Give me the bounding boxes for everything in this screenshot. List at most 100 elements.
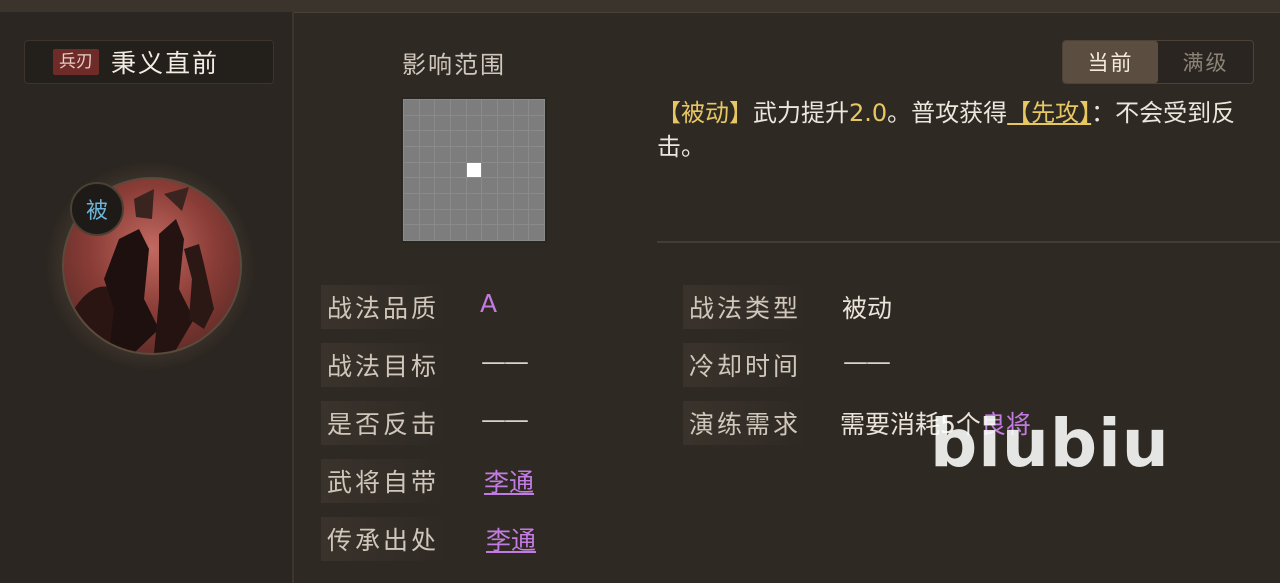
range-cell [513, 131, 529, 146]
range-cell [498, 147, 513, 162]
range-cell [435, 209, 450, 225]
range-cell [435, 100, 450, 115]
range-cell [435, 178, 450, 193]
inherit-general-link[interactable]: 李通 [486, 521, 536, 557]
range-cell [482, 147, 497, 162]
range-cell [498, 178, 513, 193]
range-cell [404, 225, 419, 240]
range-cell [482, 131, 497, 146]
range-cell [529, 100, 544, 115]
range-cell [466, 209, 482, 225]
range-cell [419, 209, 435, 225]
quality-value: A [480, 289, 498, 318]
range-cell [529, 162, 544, 178]
range-cell [435, 131, 450, 146]
inherit-label: 传承出处 [321, 517, 446, 561]
range-cell [451, 100, 466, 115]
cooldown-value: —— [843, 347, 891, 376]
range-cell [451, 209, 466, 225]
range-origin-cell [466, 162, 482, 178]
range-cell [513, 147, 529, 162]
range-cell [466, 225, 482, 240]
range-cell [498, 162, 513, 178]
passive-badge: 被 [70, 182, 124, 236]
range-cell [451, 225, 466, 240]
watermark: biubiu [930, 405, 1170, 482]
range-cell [435, 147, 450, 162]
range-cell [513, 225, 529, 240]
range-cell [482, 178, 497, 193]
range-cell [498, 115, 513, 131]
range-cell [513, 162, 529, 178]
desc-value: 2.0 [849, 99, 888, 127]
range-cell [529, 178, 544, 193]
range-cell [466, 131, 482, 146]
range-cell [482, 194, 497, 209]
skill-name: 秉义直前 [111, 49, 220, 78]
range-cell [529, 115, 544, 131]
skill-type-tag: 兵刃 [53, 49, 99, 75]
range-cell [529, 131, 544, 146]
range-cell [482, 115, 497, 131]
target-value: —— [481, 347, 529, 376]
range-cell [466, 194, 482, 209]
range-cell [466, 147, 482, 162]
level-tabs: 当前 满级 [1062, 40, 1254, 84]
counter-value: —— [481, 405, 529, 434]
range-cell [529, 194, 544, 209]
range-cell [404, 162, 419, 178]
range-cell [451, 178, 466, 193]
range-cell [513, 115, 529, 131]
skill-title-plate: 兵刃 秉义直前 [24, 40, 274, 84]
range-cell [451, 147, 466, 162]
skill-type-value: 被动 [842, 294, 893, 323]
range-cell [435, 162, 450, 178]
range-cell [482, 162, 497, 178]
range-cell [419, 225, 435, 240]
passive-tag: 【被动】 [657, 99, 753, 127]
range-cell [498, 209, 513, 225]
range-cell [419, 147, 435, 162]
range-cell [529, 225, 544, 240]
tab-current[interactable]: 当前 [1063, 41, 1158, 83]
range-cell [435, 115, 450, 131]
range-cell [451, 162, 466, 178]
range-cell [513, 209, 529, 225]
range-grid [401, 97, 547, 243]
skill-type-label: 战法类型 [683, 285, 808, 329]
range-cell [466, 115, 482, 131]
range-cell [466, 178, 482, 193]
tab-max-level[interactable]: 满级 [1158, 41, 1253, 83]
skill-description: 【被动】武力提升2.0。普攻获得【先攻】：不会受到反击。 [657, 96, 1277, 164]
range-cell [404, 115, 419, 131]
range-cell [482, 209, 497, 225]
range-cell [498, 131, 513, 146]
range-cell [404, 147, 419, 162]
range-cell [482, 225, 497, 240]
innate-label: 武将自带 [321, 459, 446, 503]
range-cell [451, 115, 466, 131]
section-divider [657, 241, 1280, 243]
quality-label: 战法品质 [321, 285, 446, 329]
range-cell [451, 194, 466, 209]
range-cell [498, 194, 513, 209]
range-title: 影响范围 [402, 51, 506, 79]
range-cell [482, 100, 497, 115]
first-strike-link[interactable]: 【先攻】 [1007, 99, 1091, 127]
range-cell [498, 100, 513, 115]
range-cell [435, 225, 450, 240]
range-cell [419, 194, 435, 209]
target-label: 战法目标 [321, 343, 446, 387]
desc-text-1: 武力提升 [753, 99, 849, 127]
desc-text-2: 。普攻获得 [887, 99, 1008, 127]
range-cell [498, 225, 513, 240]
cooldown-label: 冷却时间 [683, 343, 808, 387]
range-cell [513, 194, 529, 209]
range-cell [404, 209, 419, 225]
range-cell [529, 147, 544, 162]
range-cell [529, 209, 544, 225]
range-cell [404, 100, 419, 115]
range-cell [513, 100, 529, 115]
innate-general-link[interactable]: 李通 [484, 463, 534, 499]
counter-label: 是否反击 [321, 401, 446, 445]
